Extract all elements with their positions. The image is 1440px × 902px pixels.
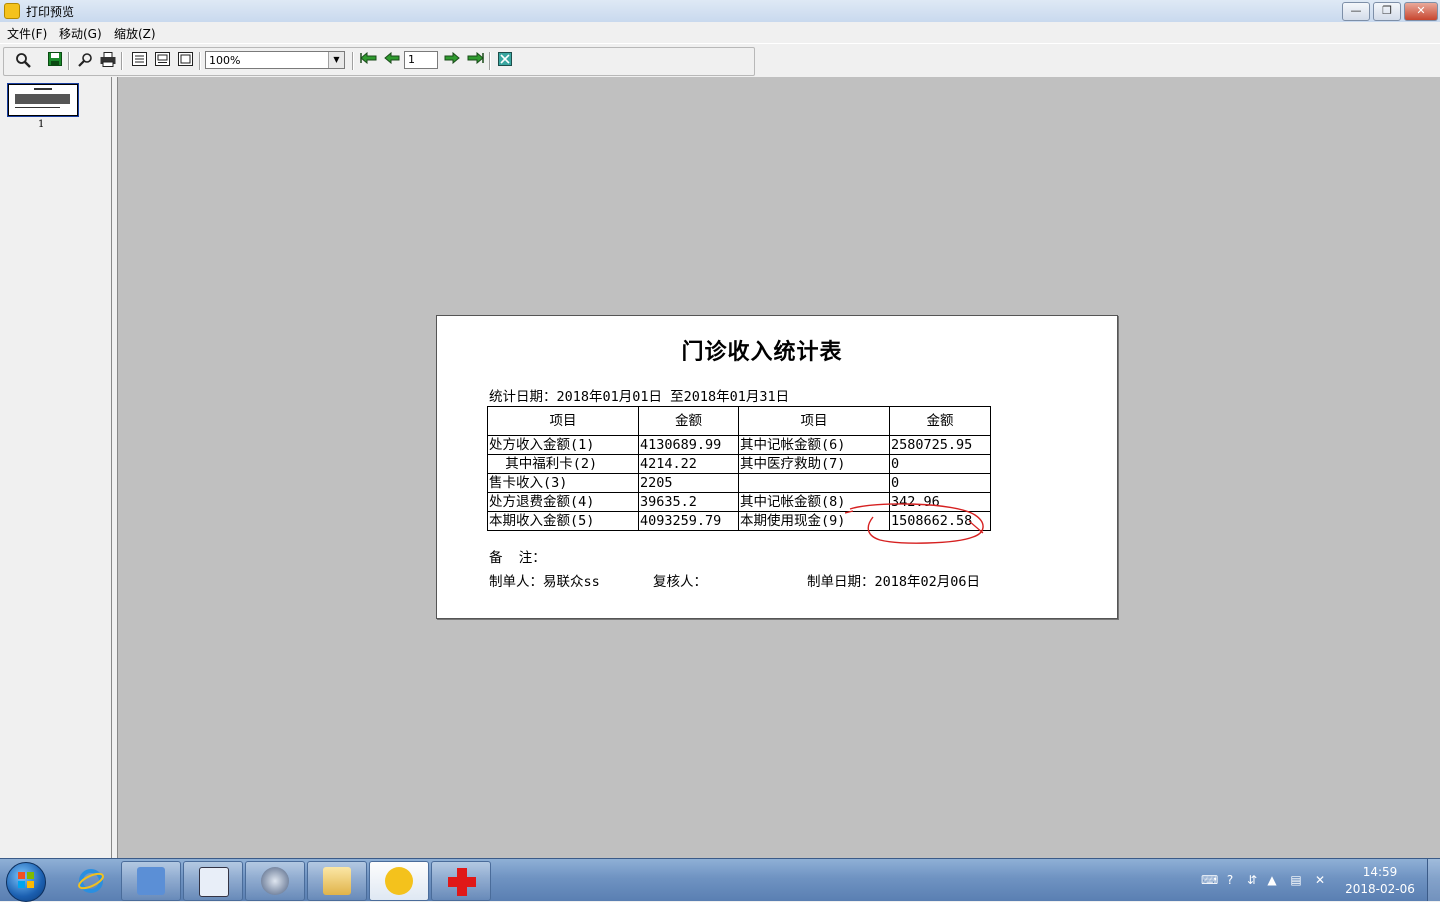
- table-cell: 处方退费金额(4): [487, 492, 639, 512]
- table-cell: 4130689.99: [638, 435, 739, 455]
- sql-taskbar-button[interactable]: [183, 861, 243, 901]
- table-cell: 4093259.79: [638, 511, 739, 531]
- first-page-icon[interactable]: [359, 51, 379, 70]
- file-explorer-taskbar-button[interactable]: [307, 861, 367, 901]
- menu-zoom[interactable]: 缩放(Z): [114, 25, 156, 42]
- table-cell: 2580725.95: [889, 435, 991, 455]
- print-icon[interactable]: [98, 52, 118, 70]
- page-thumbnail[interactable]: [8, 84, 78, 116]
- tray-updown-icon[interactable]: ⇵: [1245, 873, 1259, 887]
- table-cell: 其中记帐金额(6): [738, 435, 890, 455]
- table-row: 售卡收入(3) 2205 0: [487, 473, 991, 493]
- close-button[interactable]: ✕: [1404, 2, 1438, 21]
- page-number-input[interactable]: 1: [404, 51, 438, 69]
- help-icon[interactable]: ?: [1223, 873, 1237, 887]
- table-cell: 本期收入金额(5): [487, 511, 639, 531]
- thumbnail-page-label: 1: [38, 119, 45, 130]
- close-preview-icon[interactable]: [495, 52, 515, 70]
- start-button[interactable]: [6, 862, 46, 902]
- table-cell: 其中福利卡(2): [487, 454, 639, 474]
- app-icon: [4, 3, 20, 19]
- table-cell: [738, 473, 890, 493]
- zoom-select[interactable]: 100% ▼: [205, 51, 345, 69]
- toolbar-separator: [121, 52, 123, 70]
- medical-taskbar-button[interactable]: [431, 861, 491, 901]
- thumbnail-pane: [0, 77, 112, 858]
- red-annotation-circle: [845, 503, 984, 544]
- save-icon[interactable]: [45, 52, 65, 70]
- window-title: 打印预览: [26, 5, 75, 19]
- windows-logo-icon: [17, 871, 35, 891]
- maker-label: 制单人：易联众ss: [489, 574, 600, 590]
- table-cell: 售卡收入(3): [487, 473, 639, 493]
- make-date-label: 制单日期：2018年02月06日: [807, 574, 981, 590]
- table-cell: 0: [889, 454, 991, 474]
- header-cell: 项目: [487, 406, 639, 436]
- report-date-range: 统计日期：2018年01月01日 至2018年01月31日: [489, 389, 790, 405]
- sql-icon: [199, 867, 229, 897]
- chevron-down-icon[interactable]: ▼: [328, 52, 344, 68]
- title-bar: 打印预览 — ❐ ✕: [0, 0, 1440, 23]
- minimize-button[interactable]: —: [1342, 2, 1370, 21]
- table-row: 处方收入金额(1) 4130689.99 其中记帐金额(6) 2580725.9…: [487, 435, 991, 455]
- multi-page-icon[interactable]: [175, 52, 195, 70]
- ie-taskbar-button[interactable]: [61, 861, 121, 901]
- table-header-row: 项目 金额 项目 金额: [487, 406, 991, 436]
- compass-taskbar-button[interactable]: [245, 861, 305, 901]
- volume-muted-icon[interactable]: ✕: [1313, 873, 1327, 887]
- toolbar-separator: [352, 52, 354, 70]
- report-title: 门诊收入统计表: [681, 339, 843, 365]
- next-page-icon[interactable]: [442, 51, 462, 70]
- print-app-icon: [385, 867, 413, 895]
- restore-button[interactable]: ❐: [1373, 2, 1401, 21]
- file-explorer-icon: [323, 867, 351, 895]
- header-cell: 金额: [638, 406, 739, 436]
- toolbar-separator: [489, 52, 491, 70]
- table-cell: 处方收入金额(1): [487, 435, 639, 455]
- table-cell: 0: [889, 473, 991, 493]
- medical-cross-icon: [447, 867, 476, 896]
- toolbar-separator: [68, 52, 70, 70]
- thumb-footer-mark: [15, 107, 60, 108]
- table-cell: 39635.2: [638, 492, 739, 512]
- report-page: 门诊收入统计表 统计日期：2018年01月01日 至2018年01月31日 项目…: [436, 315, 1118, 619]
- magnifier-icon[interactable]: [13, 52, 33, 70]
- menu-move[interactable]: 移动(G): [59, 25, 102, 42]
- checker-label: 复核人：: [653, 574, 707, 590]
- keyboard-icon[interactable]: ⌨: [1201, 873, 1218, 887]
- taskbar: ⌨ ? ⇵ ▲ ▤ ✕ 14:59 2018-02-06: [0, 858, 1440, 902]
- table-cell: 其中医疗救助(7): [738, 454, 890, 474]
- table-row: 其中福利卡(2) 4214.22 其中医疗救助(7) 0: [487, 454, 991, 474]
- compass-icon: [261, 867, 289, 895]
- find-icon[interactable]: [76, 52, 96, 70]
- remote-desktop-icon: [137, 867, 165, 895]
- thumb-title-mark: [34, 88, 52, 90]
- remote-desktop-taskbar-button[interactable]: [121, 861, 181, 901]
- table-cell: 2205: [638, 473, 739, 493]
- two-page-icon[interactable]: [152, 52, 172, 70]
- menu-file[interactable]: 文件(F): [7, 25, 47, 42]
- toolbar-separator: [199, 52, 201, 70]
- clock-time[interactable]: 14:59: [1345, 865, 1415, 879]
- print-app-taskbar-button[interactable]: [369, 861, 429, 901]
- menu-bar: 文件(F) 移动(G) 缩放(Z): [0, 22, 1440, 42]
- thumb-table-mark: [15, 94, 70, 104]
- zoom-value: 100%: [209, 54, 241, 67]
- last-page-icon[interactable]: [465, 51, 485, 70]
- remark-label: 备 注：: [489, 550, 546, 566]
- network-icon[interactable]: ▤: [1289, 873, 1303, 887]
- show-desktop-button[interactable]: [1427, 859, 1440, 901]
- clock-date[interactable]: 2018-02-06: [1345, 882, 1415, 896]
- table-cell: 4214.22: [638, 454, 739, 474]
- header-cell: 金额: [889, 406, 991, 436]
- ie-icon: [77, 867, 105, 895]
- one-page-icon[interactable]: [129, 52, 149, 70]
- prev-page-icon[interactable]: [382, 51, 402, 70]
- show-hidden-icons-icon[interactable]: ▲: [1265, 873, 1279, 887]
- header-cell: 项目: [738, 406, 890, 436]
- toolbar: 100% ▼ 1: [0, 43, 1440, 78]
